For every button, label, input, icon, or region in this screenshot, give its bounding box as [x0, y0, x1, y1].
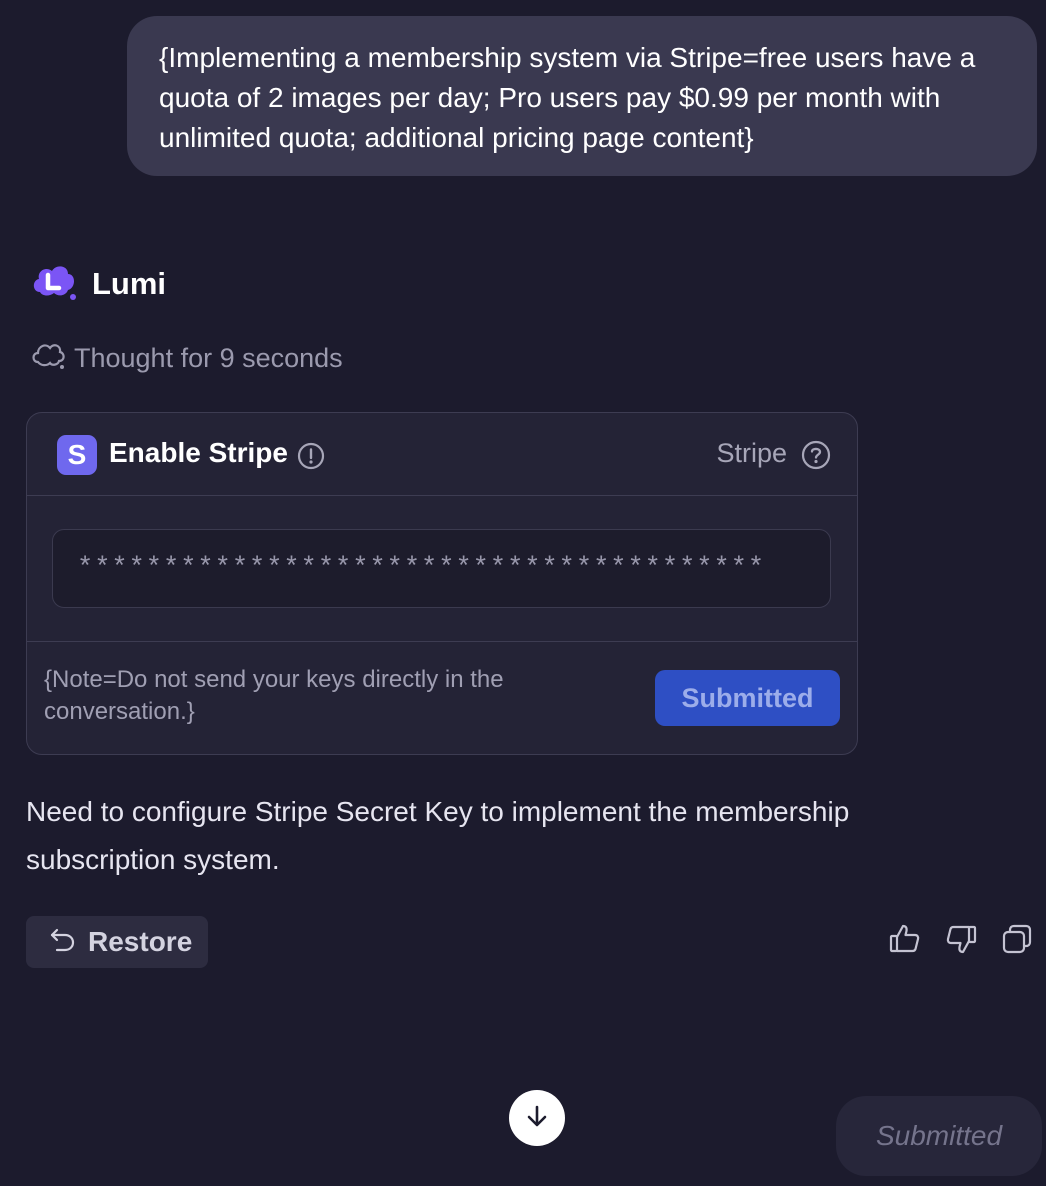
provider-label: Stripe: [716, 438, 787, 468]
info-icon[interactable]: [297, 442, 325, 475]
chat-page: {Implementing a membership system via St…: [0, 0, 1046, 1186]
arrow-down-icon: [524, 1103, 550, 1134]
stripe-logo-icon: S: [57, 435, 97, 475]
thought-label: Thought for 9 seconds: [74, 342, 343, 373]
scroll-to-bottom-button[interactable]: [509, 1090, 565, 1146]
card-title: Enable Stripe: [109, 437, 288, 468]
stripe-integration-card: S Enable Stripe Stripe *****************…: [26, 412, 858, 755]
user-message-bubble: {Implementing a membership system via St…: [127, 16, 1037, 176]
user-message-text: {Implementing a membership system via St…: [159, 42, 976, 153]
thumbs-up-icon[interactable]: [888, 922, 922, 956]
card-body: ****************************************: [27, 496, 857, 642]
submit-button[interactable]: Submitted: [655, 670, 840, 726]
cloud-thought-icon: [30, 340, 66, 377]
assistant-header: Lumi: [30, 264, 166, 304]
thought-indicator[interactable]: Thought for 9 seconds: [30, 340, 343, 376]
help-icon[interactable]: [801, 440, 831, 475]
security-note: {Note=Do not send your keys directly in …: [44, 666, 504, 725]
thumbs-down-icon[interactable]: [944, 922, 978, 956]
restore-button[interactable]: Restore: [26, 916, 208, 968]
undo-icon: [48, 925, 76, 960]
status-pill: Submitted: [836, 1096, 1042, 1176]
restore-label: Restore: [88, 926, 193, 957]
lumi-logo-icon: [30, 262, 78, 307]
secret-key-input[interactable]: ****************************************: [52, 529, 831, 608]
assistant-message: Need to configure Stripe Secret Key to i…: [26, 796, 850, 875]
card-header: S Enable Stripe Stripe: [27, 413, 857, 496]
assistant-name: Lumi: [92, 266, 167, 301]
copy-icon[interactable]: [1000, 922, 1034, 956]
message-actions: [888, 922, 1034, 956]
card-footer: {Note=Do not send your keys directly in …: [27, 642, 857, 754]
